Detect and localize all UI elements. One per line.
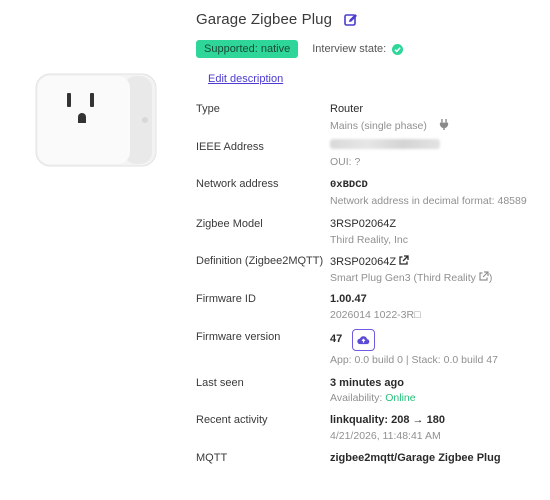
external-link-icon[interactable] [478, 271, 489, 282]
recent-activity-label: Recent activity [196, 414, 268, 426]
firmware-id-value: 1.00.47 [330, 293, 367, 305]
device-image [35, 73, 157, 167]
firmware-update-button[interactable] [352, 329, 375, 351]
model-value: 3RSP02064Z [330, 218, 397, 230]
power-source-text: Mains (single phase) [330, 120, 427, 132]
availability-status: Online [385, 392, 416, 404]
model-label: Zigbee Model [196, 218, 263, 230]
firmware-build-info: App: 0.0 build 0 | Stack: 0.0 build 47 [330, 354, 498, 366]
check-circle-icon [392, 43, 404, 55]
mqtt-topic: zigbee2mqtt/Garage Zigbee Plug [330, 452, 501, 464]
support-badge: Supported: native [196, 40, 299, 58]
interview-state-label: Interview state: [312, 43, 387, 55]
vendor-value: Third Reality, Inc [330, 234, 408, 246]
recent-activity-timestamp: 4/21/2026, 11:48:41 AM [330, 430, 441, 442]
ieee-address-redacted [330, 139, 440, 149]
definition-description[interactable]: Smart Plug Gen3 (Third Reality ) [330, 271, 492, 284]
plug-icon [439, 119, 448, 130]
definition-close-paren: ) [488, 272, 493, 284]
firmware-version-value: 47 [330, 333, 343, 345]
title-row: Garage Zigbee Plug [196, 11, 358, 28]
availability: Availability: Online [330, 392, 416, 404]
ieee-label: IEEE Address [196, 141, 264, 153]
last-seen-value: 3 minutes ago [330, 377, 404, 389]
device-title: Garage Zigbee Plug [196, 11, 333, 28]
network-label: Network address [196, 178, 279, 190]
type-value: Router [330, 103, 364, 115]
recent-activity-value: linkquality: 208 → 180 [330, 414, 445, 426]
definition-label: Definition (Zigbee2MQTT) [196, 255, 324, 267]
mqtt-label: MQTT [196, 452, 228, 464]
network-decimal: Network address in decimal format: 48589 [330, 195, 527, 207]
cloud-upload-icon [357, 336, 370, 345]
availability-label: Availability: [330, 392, 386, 404]
firmware-id-label: Firmware ID [196, 293, 256, 305]
firmware-version-label: Firmware version [196, 331, 281, 343]
definition-model: 3RSP02064Z [330, 256, 397, 268]
type-label: Type [196, 103, 220, 115]
status-row: Supported: native Interview state: [196, 40, 404, 58]
network-value: 0xBDCD [330, 179, 368, 191]
oui-value: OUI: ? [330, 156, 361, 168]
last-seen-label: Last seen [196, 377, 244, 389]
definition-value[interactable]: 3RSP02064Z [330, 255, 409, 268]
edit-description-link[interactable]: Edit description [208, 73, 283, 85]
firmware-build: 2026014 1022-3R□ [330, 309, 421, 321]
edit-icon[interactable] [344, 13, 358, 27]
definition-description-text: Smart Plug Gen3 (Third Reality [330, 272, 476, 284]
external-link-icon[interactable] [398, 255, 409, 266]
power-source: Mains (single phase) [330, 119, 450, 132]
